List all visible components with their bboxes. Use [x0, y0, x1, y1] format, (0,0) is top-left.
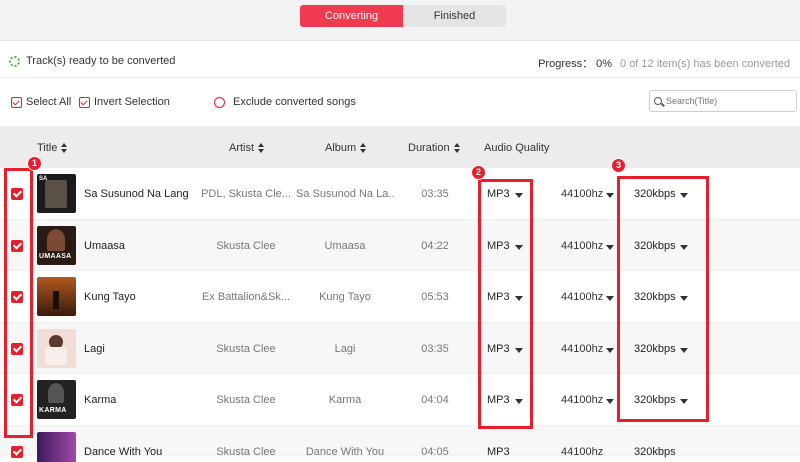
table-row[interactable]: Dance With You Skusta Clee Dance With Yo…: [0, 425, 800, 462]
column-artist[interactable]: Artist: [229, 142, 265, 154]
status-message: Track(s) ready to be converted: [9, 55, 175, 67]
track-artist: Skusta Clee: [216, 239, 276, 252]
album-cover: SA: [37, 174, 76, 213]
sort-icon: [258, 143, 265, 153]
album-cover: KARMA: [37, 380, 76, 420]
track-duration: 05:53: [421, 291, 449, 304]
loading-spinner-icon: [9, 55, 20, 67]
column-duration[interactable]: Duration: [408, 142, 461, 154]
track-artist: Ex Battalion&Sk...: [201, 291, 291, 304]
sample-rate-select[interactable]: 44100hz: [561, 291, 603, 303]
track-album: Kung Tayo: [319, 291, 371, 304]
progress-count: 0 of 12 item(s) has been converted: [620, 58, 790, 70]
sample-rate-select[interactable]: 44100hz: [561, 188, 603, 200]
track-artist: Skusta Clee: [216, 445, 276, 458]
sort-icon: [61, 143, 68, 153]
sample-rate-select[interactable]: 44100hz: [561, 240, 603, 252]
column-duration-label: Duration: [408, 142, 450, 154]
annotation-box-checkboxes: [4, 168, 33, 438]
sample-rate-select[interactable]: 44100hz: [561, 394, 603, 406]
tab-group: Converting Finished: [300, 5, 506, 27]
tab-converting[interactable]: Converting: [300, 5, 403, 27]
annotation-badge-2: 2: [471, 165, 486, 180]
track-album: Sa Susunod Na La...: [296, 188, 394, 200]
annotation-badge-3: 3: [611, 158, 626, 173]
track-artist: PDL, Skusta Cle...: [201, 188, 291, 200]
annotation-box-bitrate: [617, 176, 709, 422]
top-bar: Converting Finished: [0, 0, 800, 40]
track-duration: 03:35: [421, 188, 449, 200]
track-title: Karma: [84, 394, 117, 407]
album-cover: [37, 328, 76, 368]
select-all-label: Select All: [26, 96, 72, 108]
track-artist: Skusta Clee: [216, 342, 276, 355]
sort-icon: [453, 143, 461, 153]
select-all-button[interactable]: Select All: [11, 96, 71, 108]
search-icon: [654, 97, 662, 105]
invert-selection-icon: [79, 96, 90, 108]
column-album-label: Album: [325, 142, 357, 154]
search-box[interactable]: [649, 90, 797, 112]
table-header: Title Artist Album Duration Audio Qualit…: [0, 126, 800, 168]
column-audio-quality-label: Audio Quality: [484, 142, 550, 154]
search-input[interactable]: [666, 96, 786, 106]
track-duration: 04:04: [421, 394, 449, 407]
chevron-down-icon[interactable]: [606, 399, 614, 405]
column-album[interactable]: Album: [325, 142, 367, 154]
sample-rate-select[interactable]: 44100hz: [561, 446, 603, 458]
track-title: Kung Tayo: [84, 291, 136, 304]
status-text: Track(s) ready to be converted: [26, 55, 176, 67]
track-duration: 04:22: [421, 239, 449, 252]
track-duration: 03:35: [421, 342, 449, 355]
annotation-box-format: [478, 179, 533, 429]
track-duration: 04:05: [421, 445, 449, 458]
chevron-down-icon[interactable]: [606, 347, 614, 353]
bitrate-select[interactable]: 320kbps: [634, 446, 684, 458]
column-title-label: Title: [37, 142, 58, 154]
column-audio-quality: Audio Quality: [484, 142, 549, 154]
invert-selection-button[interactable]: Invert Selection: [79, 96, 170, 108]
chevron-down-icon[interactable]: [606, 193, 614, 198]
column-artist-label: Artist: [229, 142, 255, 154]
album-cover-text: KARMA: [39, 407, 67, 415]
progress-value: 0%: [596, 58, 613, 70]
album-cover: UMAASA: [37, 225, 76, 265]
select-all-icon: [11, 96, 22, 108]
track-title: Lagi: [84, 342, 105, 355]
toolbar: Select All Invert Selection Exclude conv…: [0, 78, 800, 126]
radio-icon: [214, 96, 225, 108]
sort-icon: [360, 143, 367, 153]
progress-indicator: Progress： 0% 0 of 12 item(s) has been conv…: [538, 55, 790, 71]
invert-selection-label: Invert Selection: [94, 96, 170, 108]
chevron-down-icon[interactable]: [606, 296, 614, 302]
annotation-badge-1: 1: [27, 156, 42, 171]
track-album: Umaasa: [324, 239, 366, 252]
track-artist: Skusta Clee: [216, 394, 276, 407]
column-title[interactable]: Title: [37, 142, 68, 154]
exclude-converted-label: Exclude converted songs: [233, 96, 356, 108]
status-bar: Track(s) ready to be converted Progress：…: [0, 40, 800, 78]
track-album: Dance With You: [305, 445, 385, 458]
track-album: Karma: [328, 394, 362, 407]
album-cover: [37, 277, 76, 317]
track-album: Lagi: [334, 342, 356, 355]
track-title: Dance With You: [84, 445, 163, 458]
album-cover-text: UMAASA: [39, 252, 72, 260]
track-title: Umaasa: [84, 239, 125, 252]
tab-finished[interactable]: Finished: [403, 5, 506, 27]
chevron-down-icon[interactable]: [606, 244, 614, 250]
track-checkbox[interactable]: [11, 445, 23, 458]
progress-label: Progress：: [538, 58, 594, 70]
album-cover: [37, 431, 76, 462]
exclude-converted-toggle[interactable]: Exclude converted songs: [214, 96, 356, 108]
track-title: Sa Susunod Na Lang: [84, 188, 189, 200]
sample-rate-select[interactable]: 44100hz: [561, 343, 603, 355]
format-select[interactable]: MP3: [487, 446, 517, 458]
